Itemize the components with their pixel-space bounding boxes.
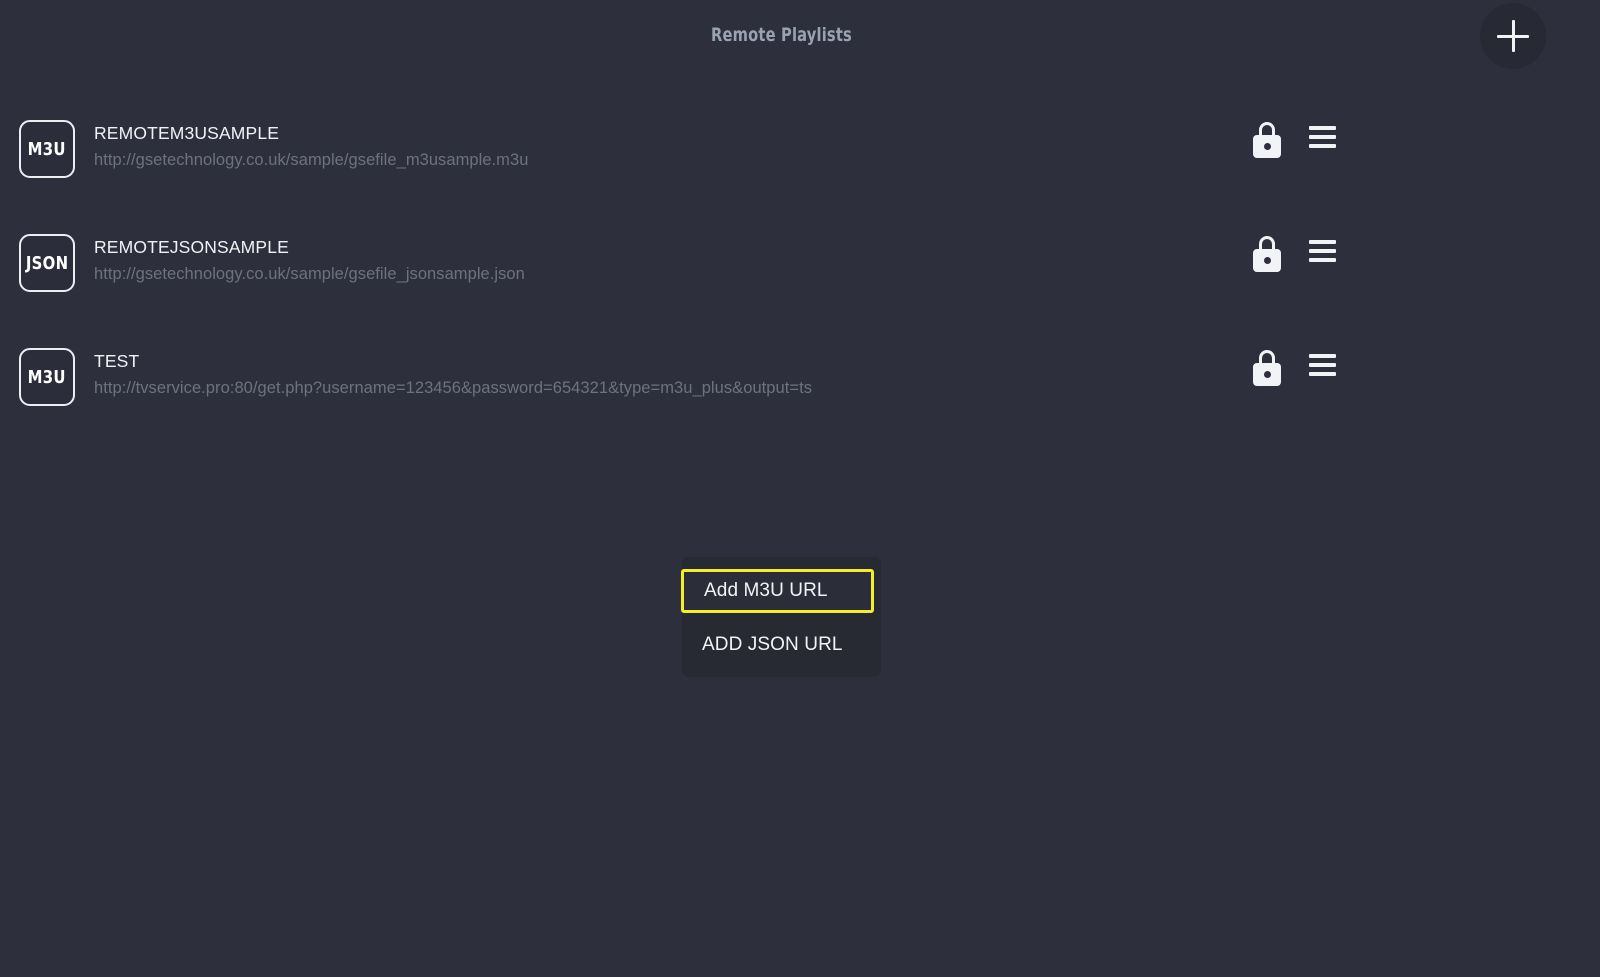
add-url-popup-menu: Add M3U URL ADD JSON URL (682, 557, 881, 677)
menu-line-1 (1309, 354, 1336, 358)
page-title: Remote Playlists (109, 24, 1453, 46)
playlist-url: http://gsetechnology.co.uk/sample/gsefil… (94, 264, 1280, 285)
playlist-row-texts: TEST http://tvservice.pro:80/get.php?use… (94, 350, 1280, 399)
menu-line-3 (1309, 372, 1336, 376)
lock-closed-icon[interactable] (1252, 122, 1282, 158)
lock-closed-icon[interactable] (1252, 236, 1282, 272)
menu-item-add-json-url[interactable]: ADD JSON URL (682, 621, 881, 669)
playlist-row-texts: REMOTEM3USAMPLE http://gsetechnology.co.… (94, 122, 1280, 171)
menu-line-2 (1309, 135, 1336, 139)
menu-line-1 (1309, 126, 1336, 130)
lock-keyhole (1264, 143, 1271, 150)
app-header: Remote Playlists (0, 0, 1600, 73)
hamburger-menu-icon[interactable] (1309, 126, 1336, 148)
playlist-type-badge: M3U (19, 348, 75, 406)
menu-line-1 (1309, 240, 1336, 244)
lock-keyhole (1264, 257, 1271, 264)
playlist-name: REMOTEM3USAMPLE (94, 122, 1280, 144)
playlist-row-texts: REMOTEJSONSAMPLE http://gsetechnology.co… (94, 236, 1280, 285)
menu-item-add-m3u-url[interactable]: Add M3U URL (681, 569, 874, 613)
add-playlist-button[interactable] (1480, 3, 1546, 69)
lock-keyhole (1264, 371, 1271, 378)
plus-icon-vertical (1512, 20, 1516, 52)
hamburger-menu-icon[interactable] (1309, 240, 1336, 262)
menu-line-3 (1309, 144, 1336, 148)
lock-closed-icon[interactable] (1252, 350, 1282, 386)
playlist-url: http://tvservice.pro:80/get.php?username… (94, 378, 1280, 399)
menu-line-3 (1309, 258, 1336, 262)
playlist-url: http://gsetechnology.co.uk/sample/gsefil… (94, 150, 1280, 171)
hamburger-menu-icon[interactable] (1309, 354, 1336, 376)
playlist-row[interactable]: JSON REMOTEJSONSAMPLE http://gsetechnolo… (0, 210, 1600, 324)
playlist-type-badge: JSON (19, 234, 75, 292)
playlist-name: TEST (94, 350, 1280, 372)
playlist-type-badge: M3U (19, 120, 75, 178)
menu-line-2 (1309, 363, 1336, 367)
playlist-name: REMOTEJSONSAMPLE (94, 236, 1280, 258)
playlist-row[interactable]: M3U REMOTEM3USAMPLE http://gsetechnology… (0, 96, 1600, 210)
playlist-row[interactable]: M3U TEST http://tvservice.pro:80/get.php… (0, 324, 1600, 438)
menu-line-2 (1309, 249, 1336, 253)
